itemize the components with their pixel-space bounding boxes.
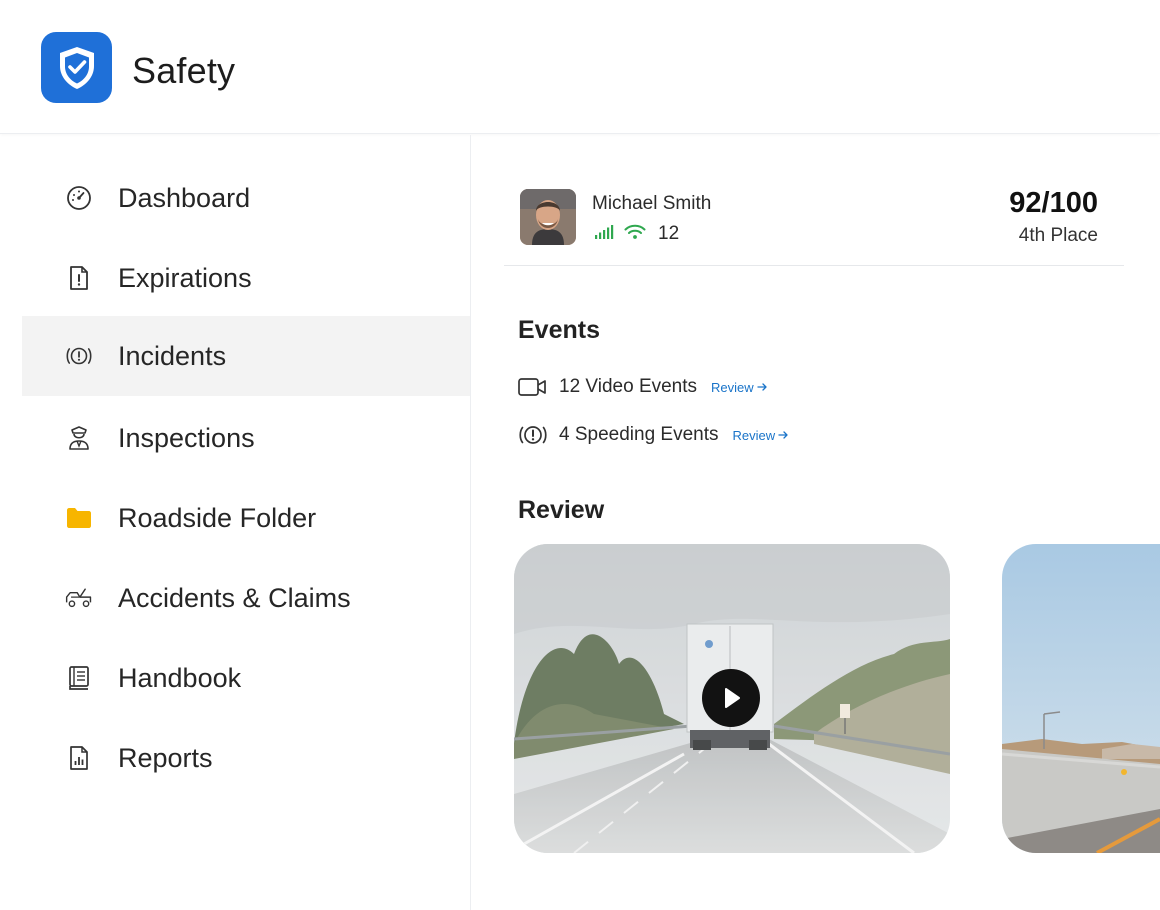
video-thumbnail-card[interactable] [514,544,950,853]
sidebar-item-inspections[interactable]: Inspections [22,398,470,478]
signal-count: 12 [658,223,680,244]
event-row-speeding: 4 Speeding Events Review [517,420,789,450]
video-camera-icon [517,373,549,401]
sidebar-item-label: Roadside Folder [118,502,317,533]
sidebar-item-expirations[interactable]: Expirations [22,238,470,318]
tow-truck-icon [64,583,94,613]
shield-check-icon[interactable] [41,32,112,103]
app-title: Safety [132,50,236,91]
app-window: Safety Dashboard Expirations Incidents I… [0,0,1160,910]
play-button[interactable] [702,669,760,727]
driver-score: 92/100 [1009,187,1098,219]
driver-name: Michael Smith [592,193,712,214]
folder-icon [64,503,94,533]
events-heading: Events [518,316,600,344]
sidebar-item-label: Handbook [118,662,242,693]
document-alert-icon [64,263,94,293]
driver-signal-status: 12 [594,223,679,245]
event-row-video: 12 Video Events Review [517,372,768,402]
event-label: 12 Video Events [559,376,698,397]
sidebar-item-label: Expirations [118,262,252,293]
incident-alert-icon [64,341,94,371]
arrow-right-icon [757,380,768,395]
sidebar-item-reports[interactable]: Reports [22,718,470,798]
review-heading: Review [518,496,605,524]
sidebar-item-accidents-claims[interactable]: Accidents & Claims [22,558,470,638]
driver-summary-card[interactable]: Michael Smith 12 92/100 4th Place [504,165,1124,266]
gauge-icon [64,183,94,213]
highway-barrier-image [1002,544,1160,853]
avatar[interactable] [520,189,576,245]
sidebar-item-label: Dashboard [118,182,251,213]
book-icon [64,663,94,693]
driver-rank: 4th Place [1018,225,1098,246]
video-thumbnail-card[interactable] [1002,544,1160,853]
report-icon [64,743,94,773]
officer-icon [64,423,94,453]
signal-bars-icon [594,224,614,245]
sidebar-item-handbook[interactable]: Handbook [22,638,470,718]
sidebar-item-incidents[interactable]: Incidents [22,316,470,396]
top-header: Safety [0,0,1160,134]
sidebar-item-label: Inspections [118,422,255,453]
sidebar: Dashboard Expirations Incidents Inspecti… [0,135,471,910]
sidebar-item-label: Accidents & Claims [118,582,351,613]
sidebar-item-label: Incidents [118,340,227,371]
sidebar-item-roadside-folder[interactable]: Roadside Folder [22,478,470,558]
speeding-alert-icon [517,421,549,449]
sidebar-item-dashboard[interactable]: Dashboard [22,158,470,238]
wifi-icon [624,224,646,245]
sidebar-item-label: Reports [118,742,213,773]
event-label: 4 Speeding Events [559,424,719,445]
review-video-events-link[interactable]: Review [711,380,768,395]
play-icon [725,688,740,708]
review-speeding-events-link[interactable]: Review [733,428,790,443]
arrow-right-icon [778,428,789,443]
